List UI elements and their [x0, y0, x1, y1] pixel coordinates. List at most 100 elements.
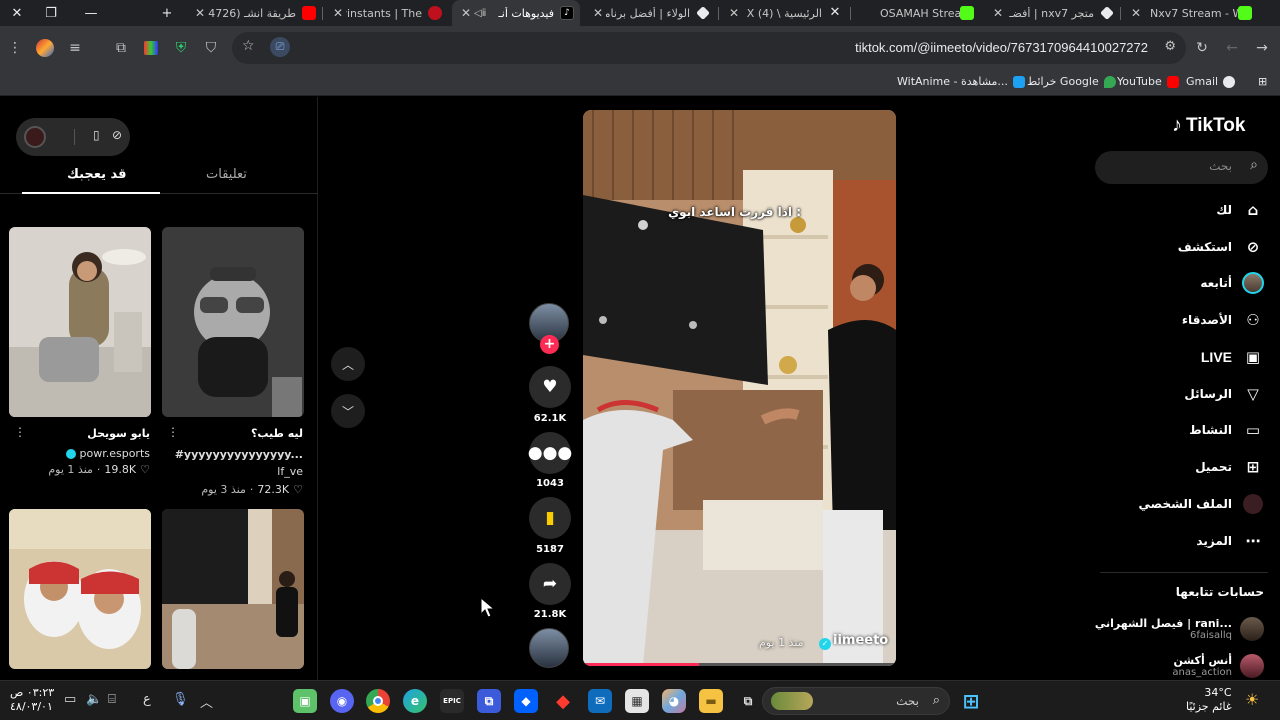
forward-icon[interactable]: ← — [1221, 37, 1243, 59]
music-avatar[interactable] — [529, 628, 569, 668]
microphone-icon[interactable]: 🎙 — [172, 692, 189, 707]
nav-explore[interactable]: استكشف ⊘ — [1178, 233, 1264, 261]
search-input[interactable]: بحث ⌕ — [1095, 151, 1268, 184]
bookmark-witanime[interactable]: WitAnime - مشاهدة... — [897, 75, 1025, 88]
browser-tab[interactable]: ✕ الولاء | أفضل برنامـ — [584, 0, 716, 26]
shield-outline-icon[interactable]: ⛉ — [200, 37, 222, 59]
follow-plus-icon[interactable]: + — [540, 335, 559, 354]
volume-icon[interactable]: 🔈 — [86, 692, 102, 707]
network-icon[interactable]: ⌸ — [108, 692, 116, 707]
video-thumbnail[interactable] — [162, 227, 304, 417]
bookmark-youtube[interactable]: YouTube — [1117, 75, 1179, 88]
tab-comments[interactable]: تعليقات — [206, 167, 247, 182]
extensions-icon[interactable]: ⧉ — [110, 37, 132, 59]
profile-avatar-icon[interactable] — [34, 37, 56, 59]
video-author[interactable]: iimeeto — [833, 633, 888, 648]
video-thumbnail[interactable] — [9, 509, 151, 669]
input-language[interactable]: ع — [143, 692, 151, 707]
video-thumbnail[interactable] — [162, 509, 304, 669]
tab-close-icon[interactable]: ✕ — [458, 6, 474, 20]
restore-window-button[interactable]: ❐ — [34, 0, 68, 26]
account-avatar — [1240, 654, 1264, 678]
following-account[interactable]: أنس أكشن anas_action — [1172, 654, 1264, 678]
nav-messages[interactable]: الرسائل ▽ — [1184, 380, 1264, 408]
tab-close-icon[interactable]: ✕ — [1128, 6, 1144, 20]
compass-icon[interactable]: ⊘ — [112, 128, 122, 142]
extension-icon[interactable] — [140, 37, 162, 59]
nav-friends[interactable]: الأصدقاء ⚇ — [1182, 306, 1264, 334]
nav-for-you[interactable]: لك ⌂ — [1216, 196, 1264, 224]
nav-following[interactable]: أتابعه — [1200, 269, 1264, 297]
tab-close-icon[interactable]: ✕ — [330, 6, 346, 20]
nav-activity[interactable]: النشاط ▭ — [1189, 416, 1264, 444]
bookmark-gmail[interactable]: Gmail — [1186, 75, 1236, 88]
reading-list-icon[interactable]: ≡ — [64, 37, 86, 59]
app-icon[interactable]: ▣ — [293, 689, 317, 713]
video-progress-bar[interactable] — [583, 663, 896, 666]
nav-live[interactable]: LIVE ▣ — [1201, 343, 1264, 371]
more-options-icon[interactable]: ⋮ — [14, 425, 26, 439]
edge-icon[interactable]: e — [403, 689, 427, 713]
system-clock[interactable]: ٠٣:٢٣ ص ٤٨/٠٣/٠١ — [10, 686, 54, 714]
menu-icon[interactable]: ⋮ — [4, 37, 26, 59]
like-button[interactable]: ♥ — [529, 366, 571, 408]
tab-close-icon[interactable]: ✕ — [726, 6, 742, 20]
outlook-icon[interactable]: ✉ — [588, 689, 612, 713]
browser-tab[interactable]: ✕ Nxv7 Stream - W — [1122, 0, 1258, 26]
share-button[interactable]: ➦ — [529, 563, 571, 605]
nav-more[interactable]: المزيد ⋯ — [1196, 527, 1264, 555]
video-player[interactable]: اذا قررت اساعد ابوي : iimeeto ✓ منذ 1 يو… — [583, 110, 896, 666]
file-explorer-icon[interactable]: ▬ — [699, 689, 723, 713]
reload-icon[interactable]: ↻ — [1191, 37, 1213, 59]
epic-games-icon[interactable]: EPIC — [440, 689, 464, 713]
tab-close-icon[interactable]: ✕ — [590, 6, 606, 20]
browser-tab[interactable]: ✕ الرئيسية \ X (4) ✕ — [720, 0, 848, 26]
bookmark-google-maps[interactable]: خرائط Google — [1027, 75, 1116, 88]
next-video-button[interactable]: ﹀ — [331, 394, 365, 428]
tab-you-may-like[interactable]: قد يعجبك — [67, 167, 127, 182]
back-icon[interactable]: → — [1251, 37, 1273, 59]
anydesk-icon[interactable]: ◆ — [551, 689, 575, 713]
screen-share-icon[interactable]: ⎚ — [270, 37, 290, 57]
browser-tab[interactable]: ✕ Myinstants | The — [324, 0, 448, 26]
tiktok-logo[interactable]: ♪ TikTok — [1172, 114, 1245, 137]
close-window-button[interactable]: ✕ — [0, 0, 34, 26]
browser-tab[interactable]: ✕ طريقة انشـ (4726) — [186, 0, 322, 26]
bookmarks-bar: ⊞ Gmail YouTube خرائط Google WitAnime - … — [0, 70, 1280, 96]
chevron-up-icon[interactable]: ︿ — [200, 692, 213, 711]
dropbox-icon[interactable]: ◆ — [514, 689, 538, 713]
calculator-icon[interactable]: ⧉ — [477, 689, 501, 713]
previous-video-button[interactable]: ︿ — [331, 347, 365, 381]
nav-profile[interactable]: الملف الشخصي — [1139, 490, 1264, 518]
tab-close-icon[interactable]: ✕ — [192, 6, 208, 20]
weather-widget[interactable]: 34°C غائم جزئيًا — [1186, 686, 1232, 714]
browser-tab[interactable]: OSAMAH Stream — [852, 0, 980, 26]
store-icon[interactable]: ▦ — [625, 689, 649, 713]
video-thumbnail[interactable] — [9, 227, 151, 417]
more-options-icon[interactable]: ⋮ — [167, 425, 179, 439]
battery-icon[interactable]: ▭ — [64, 692, 76, 707]
discord-icon[interactable]: ◉ — [330, 689, 354, 713]
task-view-icon[interactable]: ⧉ — [736, 689, 760, 713]
copilot-icon[interactable]: ◕ — [662, 689, 686, 713]
address-bar[interactable]: ☆ ⎚ tiktok.com/@iimeeto/video/7673170964… — [232, 32, 1186, 64]
browser-tab-active[interactable]: ✕ ◁ⅱ فيديوهات أنـ ♪ — [452, 0, 580, 26]
tab-close-icon[interactable]: ✕ — [990, 6, 1006, 20]
chrome-icon[interactable] — [366, 689, 390, 713]
shield-icon[interactable]: ⛨ — [170, 37, 192, 59]
new-tab-button[interactable]: + — [150, 0, 184, 26]
following-account[interactable]: فيصل الشهراني | rani... 6faisallq — [1095, 617, 1264, 641]
comment-button[interactable]: ●●● — [528, 432, 572, 474]
windows-start-icon[interactable]: ⊞ — [959, 689, 983, 713]
nav-upload[interactable]: تحميل ⊞ — [1195, 453, 1264, 481]
browser-tab[interactable]: ✕ متجر nxv7 | أفضـ — [984, 0, 1120, 26]
bookmark-star-icon[interactable]: ☆ — [242, 38, 255, 54]
site-settings-icon[interactable]: ⚙ — [1164, 39, 1176, 54]
taskbar-search[interactable]: بحث ⌕ — [762, 687, 950, 715]
record-icon[interactable] — [24, 126, 46, 148]
minimize-window-button[interactable]: — — [74, 0, 108, 26]
phone-icon[interactable]: ▯ — [93, 128, 100, 142]
apps-grid-icon[interactable]: ⊞ — [1258, 75, 1267, 88]
save-button[interactable]: ▮ — [529, 497, 571, 539]
search-icon[interactable]: ⌕ — [1250, 157, 1258, 173]
